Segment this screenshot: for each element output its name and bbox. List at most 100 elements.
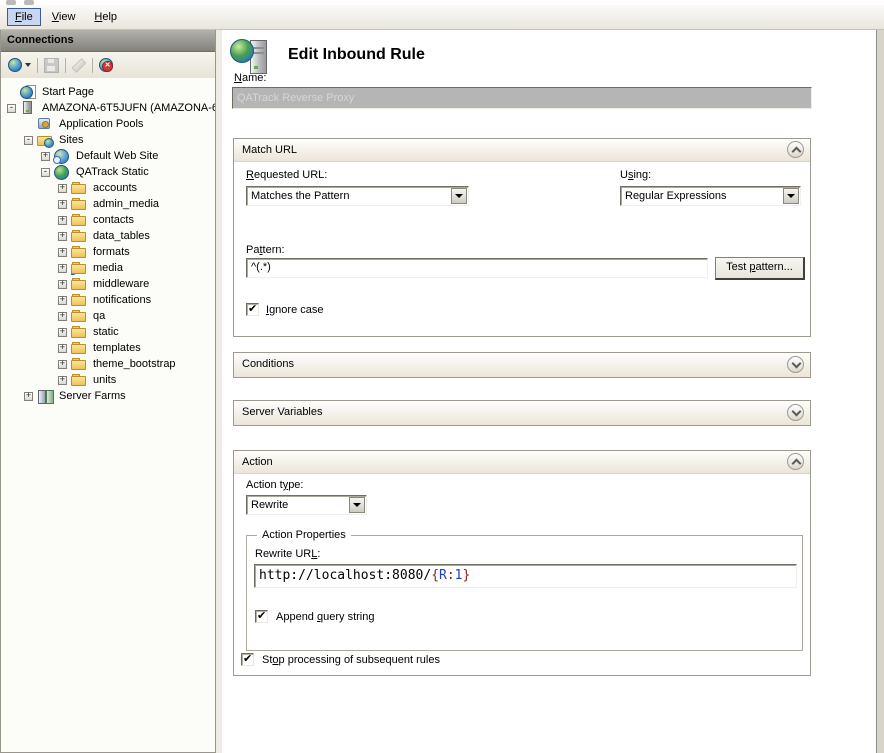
pattern-input[interactable]: ^(.*) — [246, 258, 708, 278]
tree-item-templates[interactable]: +templates — [1, 340, 215, 356]
connections-panel-title: Connections — [1, 30, 215, 52]
menu-view[interactable]: View — [44, 8, 84, 26]
expand-icon[interactable]: + — [58, 296, 67, 305]
collapse-section-button[interactable] — [787, 453, 804, 470]
expand-icon[interactable]: + — [58, 264, 67, 273]
collapse-icon[interactable]: - — [41, 168, 50, 177]
using-select[interactable]: Regular Expressions — [620, 186, 801, 206]
tree-item-label: contacts — [93, 214, 134, 226]
toolbar-separator — [65, 58, 66, 73]
tree-item-application-pools[interactable]: Application Pools — [1, 116, 215, 132]
server-icon — [20, 101, 37, 115]
rewrite-url-label: Rewrite URL: — [255, 548, 320, 560]
ignore-case-label: Ignore case — [266, 304, 324, 316]
folder-icon — [71, 309, 88, 323]
requested-url-label: Requested URL: — [246, 169, 327, 181]
toolbar-separator — [37, 58, 38, 73]
dropdown-arrow-icon[interactable] — [451, 188, 467, 204]
expand-section-button[interactable] — [787, 356, 804, 373]
match-url-header[interactable]: Match URL — [234, 139, 810, 162]
connections-toolbar: ✕ — [1, 52, 215, 79]
tree-item-units[interactable]: +units — [1, 372, 215, 388]
folder-icon — [71, 213, 88, 227]
rewrite-url-input[interactable]: http://localhost:8080/{R:1} — [254, 564, 797, 588]
tree-item-static[interactable]: +static — [1, 324, 215, 340]
expand-icon[interactable]: + — [58, 344, 67, 353]
tree-item-label: formats — [93, 246, 130, 258]
tree-item-theme-bootstrap[interactable]: +theme_bootstrap — [1, 356, 215, 372]
action-section: Action Action type: Rewrite Action Prope… — [233, 450, 811, 676]
stop-processing-checkbox[interactable] — [241, 653, 254, 666]
tree-item-default-web-site[interactable]: + Default Web Site — [1, 148, 215, 164]
folder-icon — [71, 197, 88, 211]
expand-icon[interactable]: + — [58, 232, 67, 241]
collapse-icon[interactable]: - — [24, 136, 33, 145]
pattern-label: Pattern: — [246, 244, 285, 256]
tree-item-label: Start Page — [42, 86, 94, 98]
tree-item-sites[interactable]: -Sites — [1, 132, 215, 148]
tree-item-label: Default Web Site — [76, 150, 158, 162]
tree-item-label: media — [93, 262, 123, 274]
expand-icon[interactable]: + — [58, 184, 67, 193]
menu-file[interactable]: File — [7, 8, 41, 26]
folder-icon — [71, 277, 88, 291]
page-title: Edit Inbound Rule — [288, 46, 425, 64]
expand-icon[interactable]: + — [58, 376, 67, 385]
delete-connection-icon: ✕ — [99, 58, 113, 72]
expand-icon[interactable]: + — [58, 248, 67, 257]
using-label: Using: — [620, 169, 651, 181]
requested-url-select[interactable]: Matches the Pattern — [246, 186, 469, 206]
server-variables-section: Server Variables — [233, 400, 811, 426]
dropdown-arrow-icon[interactable] — [783, 188, 799, 204]
chevron-down-icon — [792, 407, 802, 417]
tree-item-media[interactable]: + media — [1, 260, 215, 276]
folder-icon — [71, 357, 88, 371]
create-connection-button[interactable] — [6, 55, 33, 75]
match-url-title: Match URL — [242, 144, 297, 156]
tree-item-amazona-6t5jufn-amazona-6t[interactable]: -AMAZONA-6T5JUFN (AMAZONA-6T — [1, 100, 215, 116]
append-query-string-checkbox[interactable] — [255, 610, 268, 623]
tree-item-accounts[interactable]: +accounts — [1, 180, 215, 196]
action-header[interactable]: Action — [234, 451, 810, 474]
expand-icon[interactable]: + — [24, 392, 33, 401]
dropdown-arrow-icon[interactable] — [349, 497, 365, 513]
tree-item-start-page[interactable]: Start Page — [1, 84, 215, 100]
expand-icon[interactable]: + — [58, 200, 67, 209]
collapse-section-button[interactable] — [787, 141, 804, 158]
save-icon — [44, 58, 59, 73]
requested-url-value: Matches the Pattern — [251, 190, 449, 202]
tree-item-qatrack-static[interactable]: -QATrack Static — [1, 164, 215, 180]
test-pattern-button[interactable]: Test pattern... — [715, 257, 805, 280]
tree-item-admin-media[interactable]: + admin_media — [1, 196, 215, 212]
expand-icon[interactable]: + — [58, 360, 67, 369]
server-variables-header[interactable]: Server Variables — [234, 401, 810, 425]
stop-processing-label: Stop processing of subsequent rules — [262, 654, 440, 666]
chevron-up-icon — [792, 459, 802, 469]
conditions-header[interactable]: Conditions — [234, 353, 810, 377]
action-type-select[interactable]: Rewrite — [246, 495, 367, 515]
tree-item-label: data_tables — [93, 230, 150, 242]
tree-item-data-tables[interactable]: + data_tables — [1, 228, 215, 244]
name-label: Name: — [234, 72, 266, 84]
server-variables-title: Server Variables — [242, 406, 323, 418]
expand-icon[interactable]: + — [41, 152, 50, 161]
expand-section-button[interactable] — [787, 404, 804, 421]
ignore-case-checkbox[interactable] — [246, 303, 259, 316]
folder-link-icon — [71, 261, 88, 275]
tree-item-server-farms[interactable]: +Server Farms — [1, 388, 215, 404]
tree-item-notifications[interactable]: + notifications — [1, 292, 215, 308]
tree-item-formats[interactable]: + formats — [1, 244, 215, 260]
expand-icon[interactable]: + — [58, 312, 67, 321]
tree-item-middleware[interactable]: +middleware — [1, 276, 215, 292]
sites-folder-icon — [37, 133, 54, 147]
tree-item-label: notifications — [93, 294, 151, 306]
expand-icon[interactable]: + — [58, 216, 67, 225]
tree-item-label: admin_media — [93, 198, 159, 210]
delete-connection-button[interactable]: ✕ — [97, 55, 115, 75]
menu-help[interactable]: Help — [86, 8, 125, 26]
expand-icon[interactable]: + — [58, 328, 67, 337]
tree-item-contacts[interactable]: + contacts — [1, 212, 215, 228]
expand-icon[interactable]: + — [58, 280, 67, 289]
tree-item-qa[interactable]: +qa — [1, 308, 215, 324]
collapse-icon[interactable]: - — [7, 104, 16, 113]
